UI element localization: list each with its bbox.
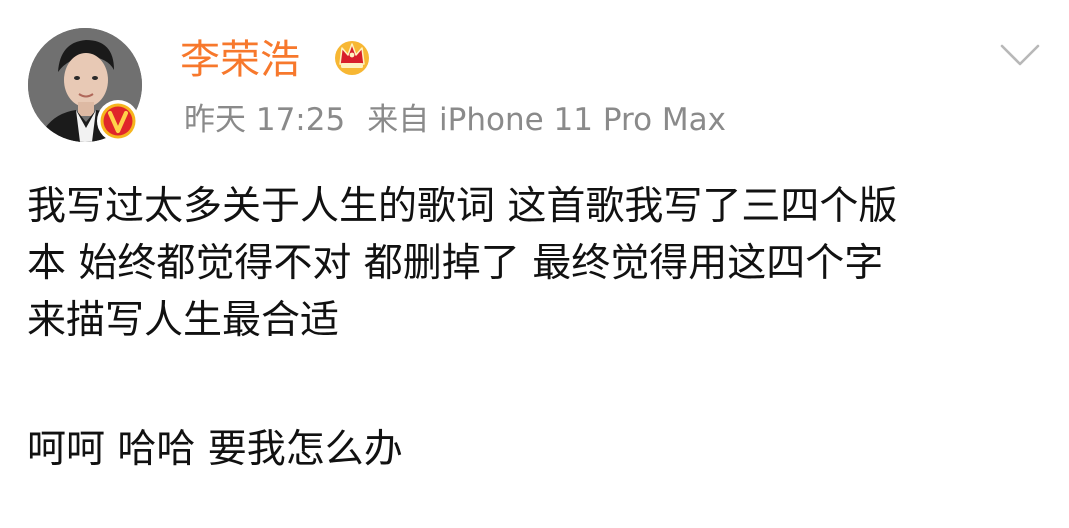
post-body-line: 我写过太多关于人生的歌词 这首歌我写了三四个版 bbox=[27, 184, 898, 229]
weibo-post: 李荣浩 昨天 17:25 来自 iPhone 11 Pro Max 我写过太多关于… bbox=[0, 0, 1069, 528]
post-timestamp: 昨天 17:25 bbox=[184, 102, 346, 138]
username[interactable]: 李荣浩 bbox=[180, 36, 300, 84]
post-meta: 昨天 17:25 来自 iPhone 11 Pro Max bbox=[184, 100, 726, 140]
chevron-down-icon[interactable] bbox=[998, 40, 1042, 70]
verified-v-badge-icon bbox=[96, 99, 140, 143]
post-body-last-line: 呵呵 哈哈 要我怎么办 bbox=[27, 427, 403, 472]
crown-member-icon[interactable] bbox=[330, 34, 374, 78]
post-body-line: 来描写人生最合适 bbox=[27, 298, 340, 343]
post-body-line: 本 始终都觉得不对 都删掉了 最终觉得用这四个字 bbox=[27, 241, 884, 286]
post-source: 来自 iPhone 11 Pro Max bbox=[367, 102, 726, 138]
post-body: 我写过太多关于人生的歌词 这首歌我写了三四个版 本 始终都觉得不对 都删掉了 最… bbox=[27, 178, 1047, 349]
